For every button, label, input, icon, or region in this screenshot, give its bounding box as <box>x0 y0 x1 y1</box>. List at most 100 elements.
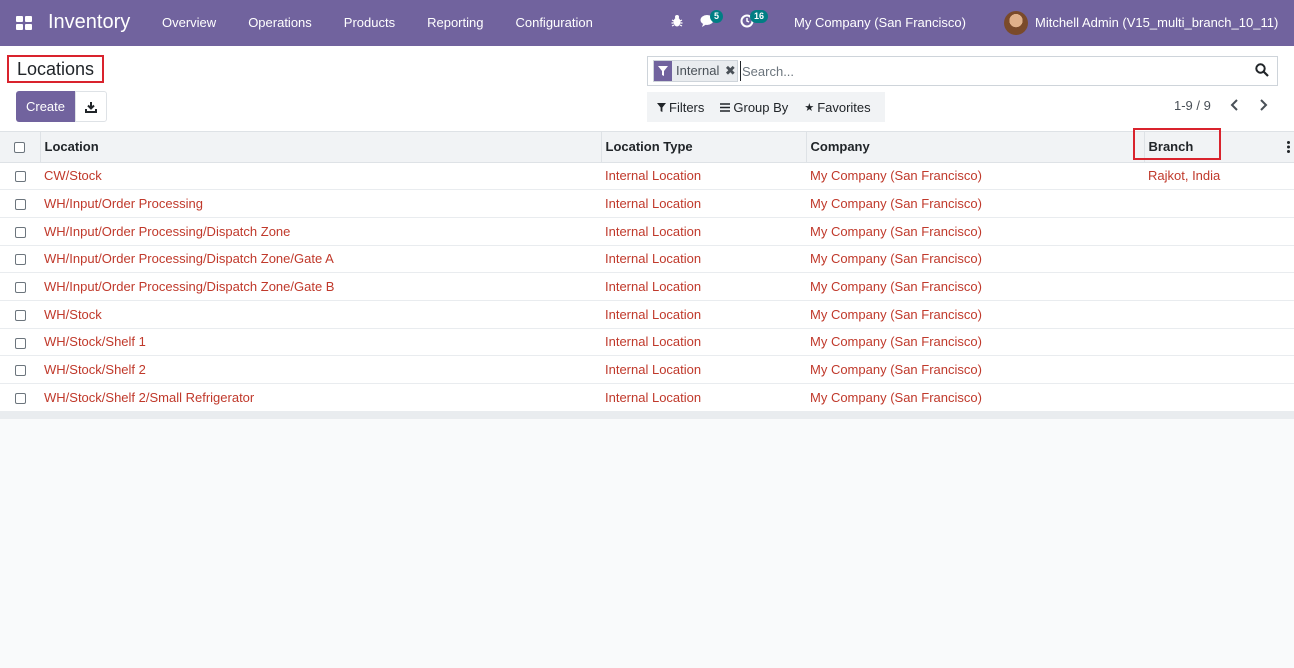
pager-next-icon[interactable] <box>1257 99 1271 113</box>
row-checkbox[interactable] <box>14 365 26 377</box>
branch-highlight-box <box>1132 128 1221 160</box>
cell-branch[interactable] <box>1144 383 1294 412</box>
column-header-branch[interactable]: Branch <box>1132 128 1294 163</box>
cell-branch[interactable] <box>1144 299 1294 329</box>
table-row[interactable]: WH/Stock Internal Location My Company (S… <box>0 299 1294 329</box>
pager-value[interactable]: 1-9 / 9 <box>1174 98 1211 113</box>
optional-columns-icon[interactable] <box>1287 141 1290 153</box>
row-checkbox[interactable] <box>14 309 26 321</box>
table-row[interactable]: WH/Stock/Shelf 2 Internal Location My Co… <box>0 355 1294 384</box>
cell-location[interactable]: WH/Input/Order Processing <box>40 189 601 218</box>
apps-menu-icon[interactable] <box>16 16 32 30</box>
cell-company[interactable]: My Company (San Francisco) <box>806 383 1144 412</box>
cell-location-type[interactable]: Internal Location <box>601 161 806 190</box>
group-by-dropdown[interactable]: Group By <box>710 100 794 115</box>
cell-location[interactable]: WH/Input/Order Processing/Dispatch Zone <box>40 216 601 246</box>
column-header-company[interactable]: Company <box>805 132 1144 163</box>
cell-branch[interactable] <box>1144 244 1294 273</box>
search-bar: Internal ✖ <box>647 56 1278 86</box>
cell-location[interactable]: CW/Stock <box>40 161 601 190</box>
row-select-cell <box>0 272 40 301</box>
cell-location-type[interactable]: Internal Location <box>601 216 806 246</box>
messages-badge: 5 <box>710 10 724 23</box>
cell-company[interactable]: My Company (San Francisco) <box>806 299 1144 329</box>
table-row[interactable]: WH/Input/Order Processing/Dispatch Zone … <box>0 216 1294 246</box>
row-select-cell <box>0 244 40 273</box>
cell-branch[interactable] <box>1144 272 1294 301</box>
column-header-location[interactable]: Location <box>39 132 601 163</box>
cell-branch[interactable] <box>1144 189 1294 218</box>
user-menu[interactable]: Mitchell Admin (V15_multi_branch_10_11) <box>1035 0 1278 46</box>
cell-location[interactable]: WH/Stock/Shelf 2 <box>40 355 601 384</box>
create-button[interactable]: Create <box>16 91 75 122</box>
cell-company[interactable]: My Company (San Francisco) <box>806 272 1144 301</box>
table-row[interactable]: WH/Stock/Shelf 1 Internal Location My Co… <box>0 327 1294 356</box>
group-by-label: Group By <box>733 99 789 115</box>
cell-location-type[interactable]: Internal Location <box>601 299 806 329</box>
cell-location-type[interactable]: Internal Location <box>601 355 806 384</box>
main-menu: Overview Operations Products Reporting C… <box>146 0 609 46</box>
cell-location-type[interactable]: Internal Location <box>601 244 806 273</box>
menu-item-products[interactable]: Products <box>328 0 411 46</box>
cell-location-type[interactable]: Internal Location <box>601 327 806 356</box>
column-header-location-type[interactable]: Location Type <box>600 132 806 163</box>
cell-branch[interactable] <box>1144 216 1294 246</box>
star-icon: ★ <box>804 101 815 114</box>
debug-bug-icon[interactable] <box>670 14 686 30</box>
menu-item-operations[interactable]: Operations <box>232 0 328 46</box>
cell-location-type[interactable]: Internal Location <box>601 383 806 412</box>
filter-funnel-icon <box>654 61 672 81</box>
search-magnifier-icon[interactable] <box>1255 63 1271 79</box>
row-select-cell <box>0 189 40 218</box>
row-checkbox[interactable] <box>14 282 26 294</box>
table-row[interactable]: WH/Input/Order Processing/Dispatch Zone/… <box>0 272 1294 301</box>
select-all-cell <box>0 132 40 163</box>
cell-branch[interactable]: Rajkot, India <box>1144 161 1294 190</box>
row-checkbox[interactable] <box>14 254 26 266</box>
cell-location[interactable]: WH/Input/Order Processing/Dispatch Zone/… <box>40 272 601 301</box>
row-checkbox[interactable] <box>14 199 26 211</box>
cell-location[interactable]: WH/Input/Order Processing/Dispatch Zone/… <box>40 244 601 273</box>
table-row[interactable]: CW/Stock Internal Location My Company (S… <box>0 161 1294 190</box>
table-footer <box>0 411 1294 420</box>
cell-company[interactable]: My Company (San Francisco) <box>806 327 1144 356</box>
table-row[interactable]: WH/Stock/Shelf 2/Small Refrigerator Inte… <box>0 383 1294 412</box>
menu-item-overview[interactable]: Overview <box>146 0 232 46</box>
user-avatar[interactable] <box>1004 11 1028 35</box>
search-input[interactable] <box>740 61 1240 81</box>
cell-location-type[interactable]: Internal Location <box>601 189 806 218</box>
menu-item-configuration[interactable]: Configuration <box>499 0 608 46</box>
cell-branch[interactable] <box>1144 327 1294 356</box>
cell-location[interactable]: WH/Stock <box>40 299 601 329</box>
cell-company[interactable]: My Company (San Francisco) <box>806 355 1144 384</box>
activity-clock-icon[interactable]: 16 <box>740 10 769 30</box>
cell-company[interactable]: My Company (San Francisco) <box>806 244 1144 273</box>
row-checkbox[interactable] <box>14 393 26 405</box>
table-row[interactable]: WH/Input/Order Processing/Dispatch Zone/… <box>0 244 1294 273</box>
pager-previous-icon[interactable] <box>1229 99 1243 113</box>
cell-branch[interactable] <box>1144 355 1294 384</box>
row-checkbox[interactable] <box>14 226 26 238</box>
menu-item-reporting[interactable]: Reporting <box>411 0 499 46</box>
company-switcher[interactable]: My Company (San Francisco) <box>794 0 966 46</box>
filter-funnel-icon <box>657 102 666 112</box>
cell-company[interactable]: My Company (San Francisco) <box>806 216 1144 246</box>
group-by-bars-icon <box>720 102 731 112</box>
cell-location[interactable]: WH/Stock/Shelf 2/Small Refrigerator <box>40 383 601 412</box>
row-checkbox[interactable] <box>14 171 26 183</box>
cell-location-type[interactable]: Internal Location <box>601 272 806 301</box>
favorites-dropdown[interactable]: ★ Favorites <box>794 100 876 115</box>
filters-dropdown[interactable]: Filters <box>647 100 710 115</box>
row-select-cell <box>0 161 40 190</box>
app-name[interactable]: Inventory <box>48 11 130 34</box>
export-download-button[interactable] <box>75 91 107 122</box>
cell-location[interactable]: WH/Stock/Shelf 1 <box>40 327 601 356</box>
facet-remove-icon[interactable]: ✖ <box>723 61 737 81</box>
row-select-cell <box>0 299 40 329</box>
cell-company[interactable]: My Company (San Francisco) <box>806 189 1144 218</box>
row-checkbox[interactable] <box>14 337 26 349</box>
messages-icon[interactable]: 5 <box>700 10 724 30</box>
table-row[interactable]: WH/Input/Order Processing Internal Locat… <box>0 189 1294 218</box>
cell-company[interactable]: My Company (San Francisco) <box>806 161 1144 190</box>
select-all-checkbox[interactable] <box>14 142 26 154</box>
